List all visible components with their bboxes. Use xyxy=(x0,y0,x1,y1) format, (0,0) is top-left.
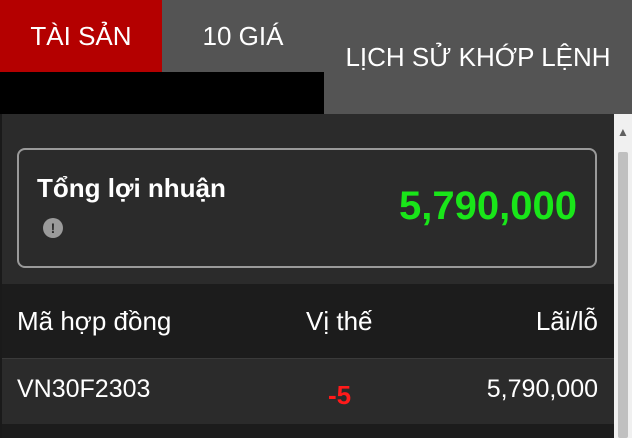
column-header-position: Vị thế xyxy=(306,305,373,336)
total-profit-value: 5,790,000 xyxy=(399,184,577,228)
tab-bar: TÀI SẢN 10 GIÁ LỊCH SỬ KHỚP LỆNH xyxy=(0,0,632,114)
cell-pnl: 5,790,000 xyxy=(486,374,598,403)
tab-assets[interactable]: TÀI SẢN xyxy=(0,0,162,72)
tab-underline-strip xyxy=(0,72,324,114)
column-header-contract-code: Mã hợp đồng xyxy=(17,305,172,336)
cell-position: -5 xyxy=(328,379,352,410)
positions-table-header: Mã hợp đồng Vị thế Lãi/lỗ xyxy=(2,284,614,358)
tab-10-prices[interactable]: 10 GIÁ xyxy=(162,0,324,72)
table-row-next xyxy=(2,424,614,438)
vertical-scrollbar[interactable]: ▲ xyxy=(614,114,632,438)
total-profit-label: Tổng lợi nhuận! xyxy=(37,168,237,248)
table-row[interactable]: VN30F2303 -5 5,790,000 xyxy=(2,358,614,424)
cell-contract-code: VN30F2303 xyxy=(17,374,151,403)
scrollbar-thumb[interactable] xyxy=(618,152,628,438)
info-icon[interactable]: ! xyxy=(43,218,63,239)
tab-order-history[interactable]: LỊCH SỬ KHỚP LỆNH xyxy=(324,0,632,114)
scroll-up-arrow-icon[interactable]: ▲ xyxy=(614,114,632,150)
column-header-pnl: Lãi/lỗ xyxy=(535,305,598,336)
total-profit-label-text: Tổng lợi nhuận xyxy=(37,173,226,203)
total-profit-card: Tổng lợi nhuận! 5,790,000 xyxy=(17,148,597,268)
